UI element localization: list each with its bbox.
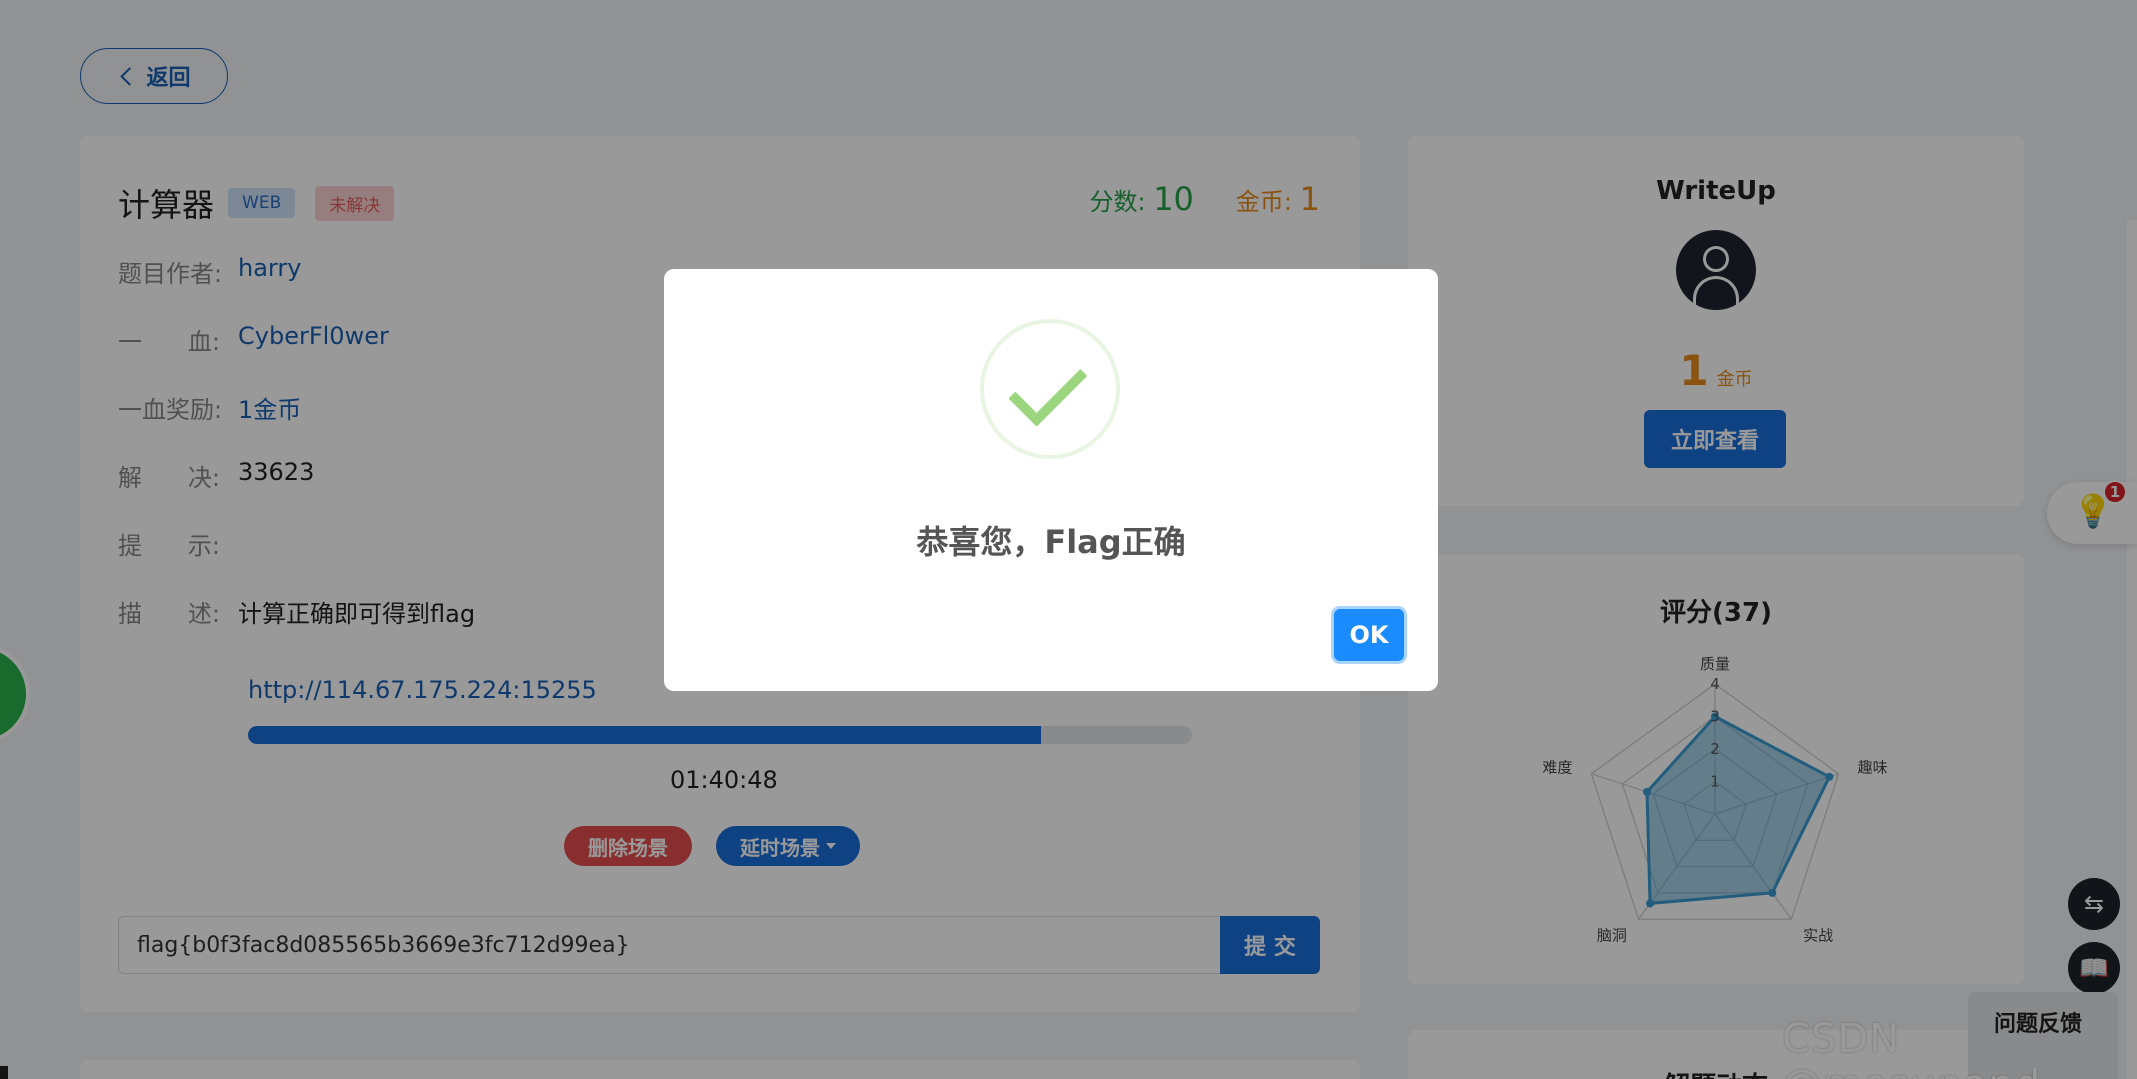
check-icon: [1008, 347, 1088, 427]
dialog-message: 恭喜您，Flag正确: [916, 523, 1186, 561]
ok-button[interactable]: OK: [1334, 609, 1404, 661]
success-check-icon: [980, 319, 1120, 459]
success-dialog: 恭喜您，Flag正确 OK: [664, 269, 1438, 691]
